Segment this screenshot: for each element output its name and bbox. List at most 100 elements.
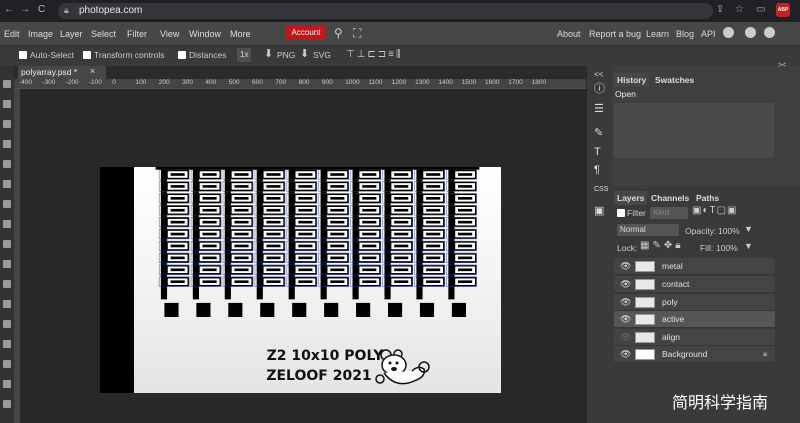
transform-controls-checkbox[interactable] (83, 51, 91, 59)
crop-tool-icon[interactable] (3, 160, 11, 168)
visibility-eye-icon[interactable]: 👁︎ (620, 261, 631, 272)
canvas-caption-line1: Z2 10x10 POLY (266, 348, 384, 364)
hand-tool-icon[interactable] (3, 400, 11, 408)
layer-row-selected[interactable]: 👁︎ active (614, 311, 775, 328)
type-tool-icon[interactable] (3, 340, 11, 348)
clone-stamp-icon[interactable] (3, 240, 11, 248)
image-panel-icon[interactable]: ▣ (594, 204, 604, 217)
magic-wand-icon[interactable] (3, 140, 11, 148)
tab-swatches[interactable]: Swatches (652, 73, 697, 87)
info-icon[interactable]: ⓘ (594, 80, 605, 96)
shape-tool-icon[interactable] (3, 380, 11, 388)
ruler-tick-label: 800 (298, 79, 310, 86)
back-icon[interactable]: ← (4, 4, 14, 15)
link-api[interactable]: API (701, 29, 716, 39)
menu-window[interactable]: Window (189, 29, 221, 39)
menu-edit[interactable]: Edit (4, 29, 20, 39)
eraser-icon[interactable] (3, 260, 11, 268)
layer-row[interactable]: 👁︎ align (614, 329, 775, 346)
healing-brush-icon[interactable] (3, 200, 11, 208)
visibility-eye-icon[interactable]: 👁︎ (620, 279, 631, 290)
css-icon[interactable]: CSS (594, 186, 608, 193)
twitter-icon[interactable] (745, 27, 756, 38)
tab-history[interactable]: History (614, 73, 650, 87)
layer-row[interactable]: 👁︎ Background 🔒︎ (614, 346, 775, 363)
reddit-icon[interactable] (723, 27, 734, 38)
link-blog[interactable]: Blog (676, 29, 694, 39)
menu-select[interactable]: Select (91, 29, 116, 39)
collapse-panel-icon[interactable]: << (594, 70, 603, 79)
horizontal-ruler[interactable]: -400 -300 -200 -100 0 100 200 300 400 500 600 700 80… (14, 79, 586, 89)
character-icon[interactable]: T (594, 146, 601, 158)
visibility-eye-icon[interactable]: 👁︎ (620, 349, 631, 360)
link-learn[interactable]: Learn (646, 29, 669, 39)
tab-paths[interactable]: Paths (693, 191, 722, 205)
lock-options-icons[interactable]: ▦✎✥🔒︎ (640, 240, 684, 251)
fill-value[interactable]: 100% (716, 243, 738, 253)
distances-checkbox[interactable] (178, 51, 186, 59)
blend-mode-dropdown[interactable]: Normal (617, 224, 679, 236)
menu-layer[interactable]: Layer (60, 29, 83, 39)
gradient-tool-icon[interactable] (3, 280, 11, 288)
brush-panel-icon[interactable]: ✎ (594, 126, 603, 139)
layer-row[interactable]: 👁︎ contact (614, 276, 775, 293)
tab-layers[interactable]: Layers (614, 191, 648, 205)
eyedropper-icon[interactable] (3, 180, 11, 188)
window-icon[interactable]: ▭ (756, 4, 765, 15)
close-tab-icon[interactable]: × (90, 66, 95, 76)
menu-image[interactable]: Image (28, 29, 53, 39)
kind-dropdown[interactable]: Kind (650, 207, 688, 219)
forward-icon[interactable]: → (20, 4, 30, 15)
ruler-tick-label: 1600 (485, 79, 500, 86)
bookmark-star-icon[interactable]: ☆ (735, 4, 744, 15)
search-icon[interactable]: ⚲ (334, 26, 343, 40)
opacity-arrow-icon[interactable]: ▼ (744, 224, 753, 234)
fullscreen-icon[interactable]: ⛶ (353, 26, 361, 41)
move-tool-icon[interactable] (3, 80, 11, 88)
address-bar[interactable]: 🔒︎ photopea.com (58, 3, 713, 19)
blur-tool-icon[interactable] (3, 300, 11, 308)
visibility-eye-icon[interactable]: 👁︎ (620, 314, 631, 325)
layer-thumbnail (635, 349, 655, 360)
scale-dropdown[interactable]: 1x (237, 48, 252, 62)
hidden-eye-icon[interactable]: 👁︎ (620, 332, 631, 343)
marquee-tool-icon[interactable] (3, 100, 11, 108)
share-icon[interactable]: ⇪ (716, 4, 724, 15)
filter-type-icons[interactable]: ▣◐T▢▣ (692, 205, 738, 216)
paragraph-icon[interactable]: ¶ (594, 164, 600, 176)
layer-name: metal (662, 261, 683, 271)
pen-tool-icon[interactable] (3, 320, 11, 328)
layer-row[interactable]: 👁︎ metal (614, 258, 775, 275)
expand-panel-icon[interactable]: >< (778, 62, 786, 69)
document-tab[interactable]: polyarray.psd * × (18, 66, 106, 79)
lasso-tool-icon[interactable] (3, 120, 11, 128)
auto-select-checkbox[interactable] (19, 51, 27, 59)
fill-arrow-icon[interactable]: ▼ (744, 241, 753, 251)
visibility-eye-icon[interactable]: 👁︎ (620, 297, 631, 308)
document-canvas[interactable]: Z2 10x10 POLY ZELOOF 2021 (134, 167, 501, 393)
link-report-bug[interactable]: Report a bug (589, 29, 641, 39)
adblock-extension-icon[interactable]: ABP (776, 3, 790, 17)
history-item[interactable]: Open (615, 89, 775, 101)
export-svg-button[interactable]: SVG (313, 50, 331, 60)
menu-more[interactable]: More (230, 29, 251, 39)
layer-row[interactable]: 👁︎ poly (614, 294, 775, 311)
account-button[interactable]: Account (286, 25, 326, 40)
reload-icon[interactable]: C (38, 4, 45, 15)
opacity-value[interactable]: 100% (718, 226, 740, 236)
facebook-icon[interactable] (764, 27, 775, 38)
layer-filter-checkbox[interactable] (617, 209, 625, 217)
export-png-button[interactable]: PNG (277, 50, 295, 60)
menu-filter[interactable]: Filter (127, 29, 147, 39)
menu-view[interactable]: View (160, 29, 179, 39)
ruler-tick-label: -400 (19, 79, 33, 86)
tab-channels[interactable]: Channels (648, 191, 692, 205)
layer-filter-label: Filter (627, 208, 646, 218)
layer-thumbnail (635, 332, 655, 343)
link-about[interactable]: About (557, 29, 581, 39)
align-icons[interactable]: ⊤⊥⊏⊐≡⫼ (346, 49, 403, 60)
brush-tool-icon[interactable] (3, 220, 11, 228)
adjustments-icon[interactable]: ☰ (594, 102, 604, 115)
path-select-icon[interactable] (3, 360, 11, 368)
ruler-tick-label: 1200 (391, 79, 407, 86)
